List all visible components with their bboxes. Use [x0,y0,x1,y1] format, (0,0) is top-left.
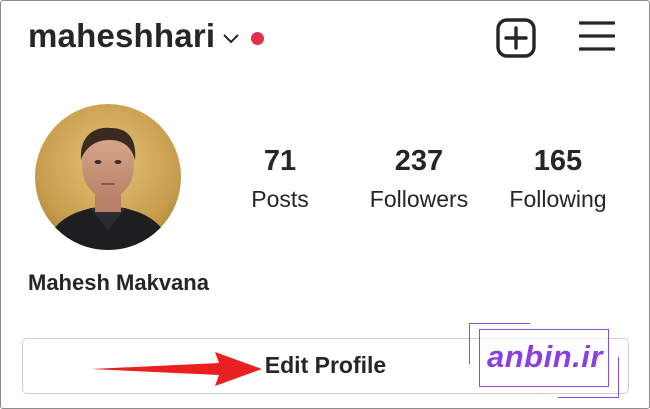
followers-count: 237 [394,145,444,177]
posts-label: Posts [251,186,309,212]
notification-dot [251,31,265,45]
edit-profile-label: Edit Profile [264,352,387,378]
username[interactable]: maheshhari [28,17,215,55]
edit-profile-button[interactable]: Edit Profile [22,338,629,394]
followers-stat[interactable]: 237 Followers [344,144,494,214]
avatar[interactable] [35,104,181,250]
followers-label: Followers [369,186,469,212]
posts-count: 71 [263,145,297,177]
full-name: Mahesh Makvana [28,270,209,295]
following-label: Following [509,186,607,212]
chevron-down-icon[interactable] [223,34,239,44]
username-switcher[interactable]: maheshhari [28,17,265,55]
following-count: 165 [533,145,583,177]
posts-stat[interactable]: 71 Posts [205,144,355,214]
new-post-icon[interactable] [496,18,536,58]
profile-screen: maheshhari 71 Posts 237 Followers 165 Fo… [0,0,650,409]
following-stat[interactable]: 165 Following [483,144,633,214]
menu-icon[interactable] [579,20,615,52]
